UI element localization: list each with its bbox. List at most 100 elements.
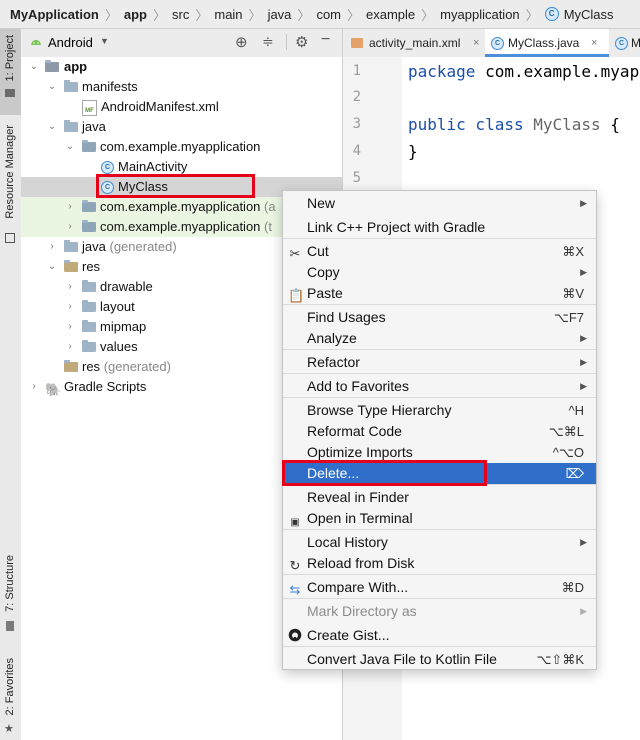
menu-item-label: Refactor: [307, 354, 360, 370]
menu-item-reveal-in-finder[interactable]: Reveal in Finder: [283, 487, 596, 508]
menu-shortcut: ⌘X: [562, 244, 584, 259]
chevron-right-icon[interactable]: ›: [65, 337, 75, 357]
menu-item-reformat-code[interactable]: Reformat Code ⌥⌘L: [283, 421, 596, 442]
line-number: 3: [352, 116, 361, 132]
breadcrumb-item-myclass[interactable]: MyClass: [564, 7, 614, 22]
chevron-down-icon[interactable]: ▼: [100, 36, 109, 46]
scissors-icon: ✂: [289, 246, 301, 261]
menu-shortcut: ^⌥O: [552, 445, 584, 460]
tree-node-app[interactable]: ⌄ app: [21, 57, 342, 77]
tree-node-androidmanifest[interactable]: MF AndroidManifest.xml: [21, 97, 342, 117]
resource-manager-tool-tab[interactable]: Resource Manager: [0, 119, 21, 249]
tree-node-manifests[interactable]: ⌄ manifests: [21, 77, 342, 97]
breadcrumb-item-java[interactable]: java: [268, 7, 292, 22]
chevron-down-icon[interactable]: ⌄: [47, 117, 57, 137]
terminal-icon: ▣: [290, 517, 300, 528]
submenu-arrow-icon: ▶: [580, 606, 587, 616]
chevron-right-icon[interactable]: ›: [65, 297, 75, 317]
menu-item-add-to-favorites[interactable]: Add to Favorites ▶: [283, 376, 596, 397]
chevron-right-icon[interactable]: ›: [65, 197, 75, 217]
menu-separator: [283, 238, 596, 239]
folder-icon: [64, 80, 78, 92]
collapse-all-icon[interactable]: ≑: [262, 33, 274, 50]
package-icon: [82, 220, 96, 232]
chevron-right-icon[interactable]: ›: [29, 377, 39, 397]
structure-tool-tab[interactable]: 7: Structure: [0, 551, 21, 641]
gear-icon[interactable]: ⚙: [295, 33, 308, 51]
tab-myclass[interactable]: C MyClass.java ×: [485, 29, 609, 57]
chevron-down-icon[interactable]: ⌄: [47, 257, 57, 277]
menu-item-local-history[interactable]: Local History ▶: [283, 532, 596, 553]
breadcrumb: MyApplication 〉 app 〉 src 〉 main 〉 java 〉 com…: [0, 0, 640, 29]
menu-shortcut: ⌘V: [562, 286, 584, 301]
menu-item-label: Find Usages: [307, 309, 386, 325]
menu-item-label: Mark Directory as: [307, 603, 417, 619]
manifest-file-icon: MF: [82, 100, 97, 116]
menu-item-label: Copy: [307, 264, 340, 280]
chevron-right-icon[interactable]: ›: [65, 317, 75, 337]
breadcrumb-item-src[interactable]: src: [172, 7, 189, 22]
menu-item-label: Browse Type Hierarchy: [307, 402, 452, 418]
close-icon[interactable]: ×: [591, 29, 597, 57]
menu-item-browse-type-hierarchy[interactable]: Browse Type Hierarchy ^H: [283, 400, 596, 421]
tab-activity-main[interactable]: activity_main.xml ×: [349, 29, 483, 57]
editor-tab-bar: activity_main.xml × C MyClass.java × C M: [342, 29, 640, 58]
chevron-down-icon[interactable]: ⌄: [47, 77, 57, 97]
menu-item-cut[interactable]: ✂ Cut ⌘X: [283, 241, 596, 262]
locate-icon[interactable]: ⊕: [235, 33, 248, 51]
breadcrumb-item-module[interactable]: app: [124, 7, 147, 22]
chevron-right-icon[interactable]: ›: [65, 217, 75, 237]
github-icon: [288, 627, 302, 643]
star-icon: ★: [4, 723, 14, 735]
tree-node-package[interactable]: ⌄ com.example.myapplication: [21, 137, 342, 157]
chevron-right-icon: 〉: [104, 7, 118, 23]
menu-item-refactor[interactable]: Refactor ▶: [283, 352, 596, 373]
clipboard-icon: 📋: [288, 288, 305, 303]
menu-shortcut: ⌥⌘L: [548, 424, 584, 439]
view-selector[interactable]: Android: [48, 35, 93, 50]
project-tool-tab[interactable]: 1: Project: [0, 29, 21, 115]
chevron-right-icon[interactable]: ›: [65, 277, 75, 297]
structure-icon: [6, 621, 14, 631]
tab-label: MyClass.java: [508, 36, 580, 50]
project-panel-header: Android ▼ ⊕ ≑ ⚙ −: [21, 29, 342, 58]
breadcrumb-item-example[interactable]: example: [366, 7, 415, 22]
menu-item-label: Link C++ Project with Gradle: [307, 219, 486, 235]
submenu-arrow-icon: ▶: [580, 267, 587, 277]
chevron-right-icon[interactable]: ›: [47, 237, 57, 257]
menu-item-create-gist[interactable]: Create Gist...: [283, 625, 596, 646]
breadcrumb-item-com[interactable]: com: [316, 7, 341, 22]
close-icon[interactable]: ×: [473, 29, 479, 57]
menu-item-convert-to-kotlin[interactable]: Convert Java File to Kotlin File ⌥⇧⌘K: [283, 649, 596, 670]
tree-label: com.example.myapplication (a: [100, 199, 276, 214]
chevron-right-icon: 〉: [195, 7, 209, 23]
menu-item-find-usages[interactable]: Find Usages ⌥F7: [283, 307, 596, 328]
menu-item-open-in-terminal[interactable]: ▣ Open in Terminal: [283, 508, 596, 529]
menu-item-compare-with[interactable]: ⇆ Compare With... ⌘D: [283, 577, 596, 598]
menu-item-copy[interactable]: Copy ▶: [283, 262, 596, 283]
menu-item-new[interactable]: New ▶: [283, 193, 596, 214]
menu-item-mark-directory-as: Mark Directory as ▶: [283, 601, 596, 622]
breadcrumb-item-main[interactable]: main: [214, 7, 242, 22]
chevron-down-icon[interactable]: ⌄: [29, 57, 39, 77]
breadcrumb-item-project[interactable]: MyApplication: [10, 7, 99, 22]
hide-icon[interactable]: −: [321, 31, 330, 49]
favorites-tool-tab[interactable]: 2: Favorites ★: [0, 654, 21, 740]
left-tool-stripe: 1: Project Resource Manager 7: Structure…: [0, 29, 22, 740]
package-icon: [82, 140, 96, 152]
submenu-arrow-icon: ▶: [580, 198, 587, 208]
menu-item-reload-from-disk[interactable]: ↻ Reload from Disk: [283, 553, 596, 574]
tree-node-java[interactable]: ⌄ java: [21, 117, 342, 137]
breadcrumb-item-myapplication[interactable]: myapplication: [440, 7, 520, 22]
menu-item-link-cpp[interactable]: Link C++ Project with Gradle: [283, 217, 596, 238]
xml-file-icon: [351, 38, 363, 48]
chevron-right-icon: 〉: [152, 7, 166, 23]
tree-label: manifests: [82, 79, 138, 94]
menu-item-analyze[interactable]: Analyze ▶: [283, 328, 596, 349]
folder-icon: [82, 280, 96, 292]
menu-item-paste[interactable]: 📋 Paste ⌘V: [283, 283, 596, 304]
tree-label: java (generated): [82, 239, 177, 254]
chevron-down-icon[interactable]: ⌄: [65, 137, 75, 157]
tab-mainactivity[interactable]: C M: [613, 29, 640, 57]
tree-label: java: [82, 119, 106, 134]
